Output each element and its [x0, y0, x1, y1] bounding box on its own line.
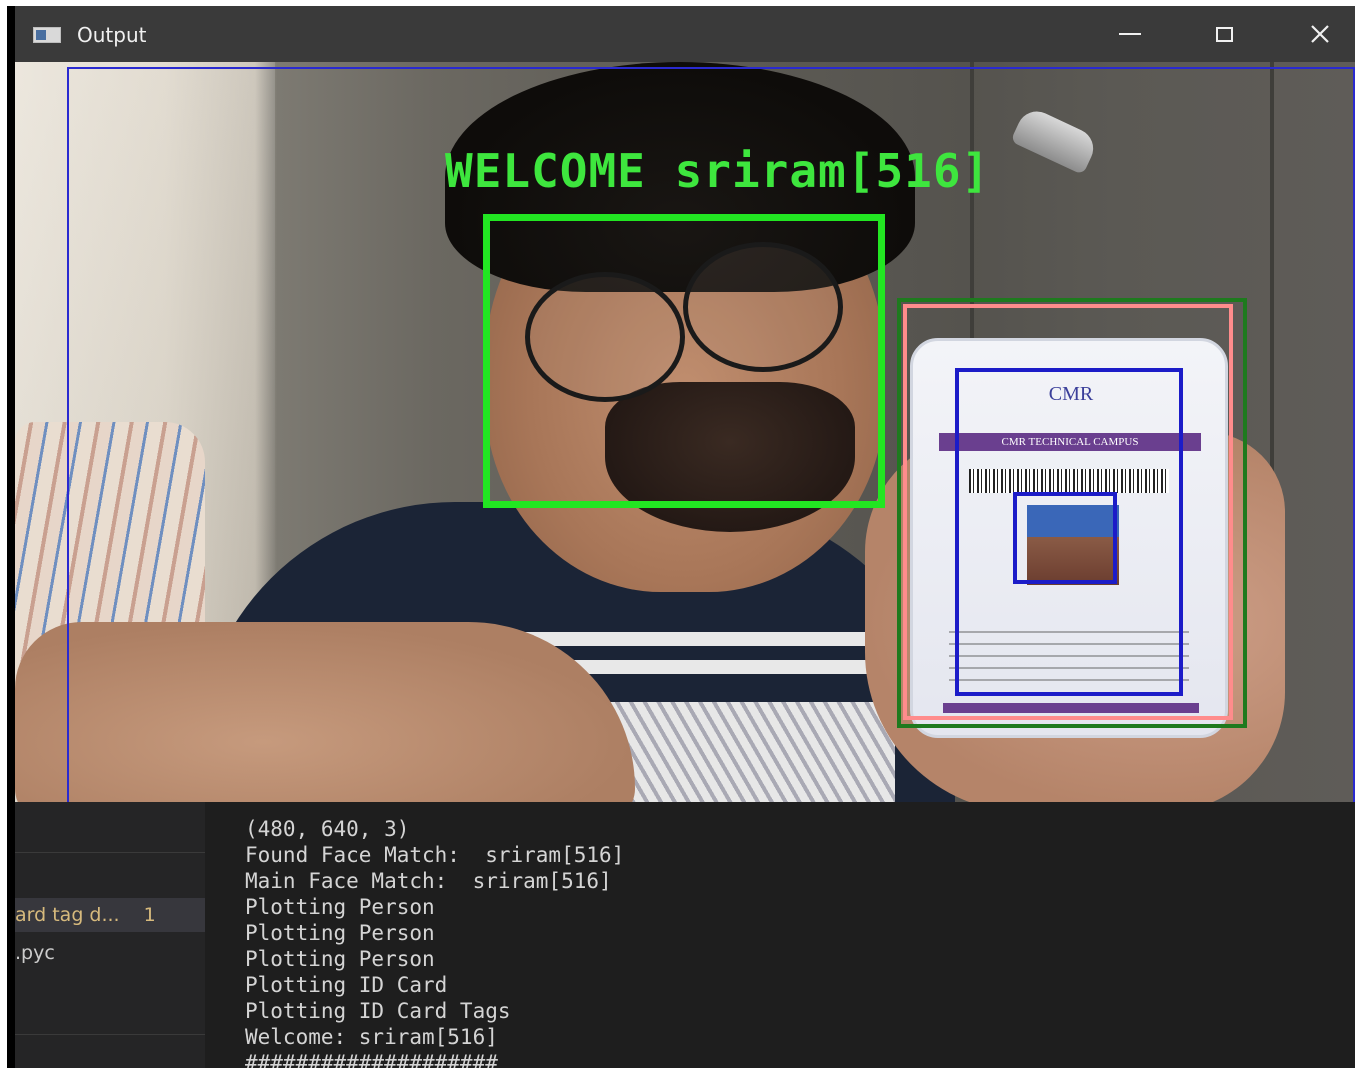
side-item-label: .pyc — [15, 942, 55, 964]
output-window-titlebar[interactable]: Output — [15, 6, 1355, 62]
side-item-card-tag[interactable]: ard tag d... 1 — [15, 898, 205, 932]
panel-divider — [15, 852, 205, 853]
terminal-line: Plotting Person — [245, 895, 435, 919]
terminal-output[interactable]: (480, 640, 3) Found Face Match: sriram[51… — [205, 802, 1355, 1068]
close-button[interactable] — [1295, 14, 1345, 54]
screenshot-frame: Output CMR CMR TECHNICAL CAMPUS WELCOME … — [7, 6, 1355, 1068]
terminal-line: Main Face Match: sriram[516] — [245, 869, 612, 893]
terminal-line: Plotting ID Card Tags — [245, 999, 511, 1023]
window-title: Output — [77, 23, 147, 47]
panel-divider — [15, 1034, 205, 1035]
terminal-line: Plotting Person — [245, 947, 435, 971]
welcome-label: WELCOME sriram[516] — [445, 144, 990, 198]
welcome-name: sriram[516] — [674, 144, 991, 198]
close-icon — [1311, 25, 1329, 43]
terminal-line: Plotting Person — [245, 921, 435, 945]
side-item-pyc[interactable]: .pyc — [15, 936, 205, 970]
welcome-prefix: WELCOME — [445, 144, 646, 198]
terminal-line: Welcome: sriram[516] — [245, 1025, 498, 1049]
terminal-line: Plotting ID Card — [245, 973, 448, 997]
window-app-icon — [33, 27, 61, 43]
side-item-badge: 1 — [143, 904, 156, 926]
terminal-line: Found Face Match: sriram[516] — [245, 843, 625, 867]
minimize-icon — [1119, 33, 1141, 35]
maximize-icon — [1215, 26, 1233, 42]
side-item-label: ard tag d... — [15, 904, 120, 926]
camera-feed: CMR CMR TECHNICAL CAMPUS WELCOME sriram[… — [15, 62, 1355, 802]
terminal-line: #################### — [245, 1051, 498, 1068]
terminal-line: (480, 640, 3) — [245, 817, 410, 841]
side-panel: ard tag d... 1 .pyc — [15, 802, 205, 1068]
id-photo-tag-box — [1013, 492, 1117, 584]
minimize-button[interactable] — [1105, 14, 1155, 54]
face-detection-box — [483, 214, 885, 508]
maximize-button[interactable] — [1199, 14, 1249, 54]
